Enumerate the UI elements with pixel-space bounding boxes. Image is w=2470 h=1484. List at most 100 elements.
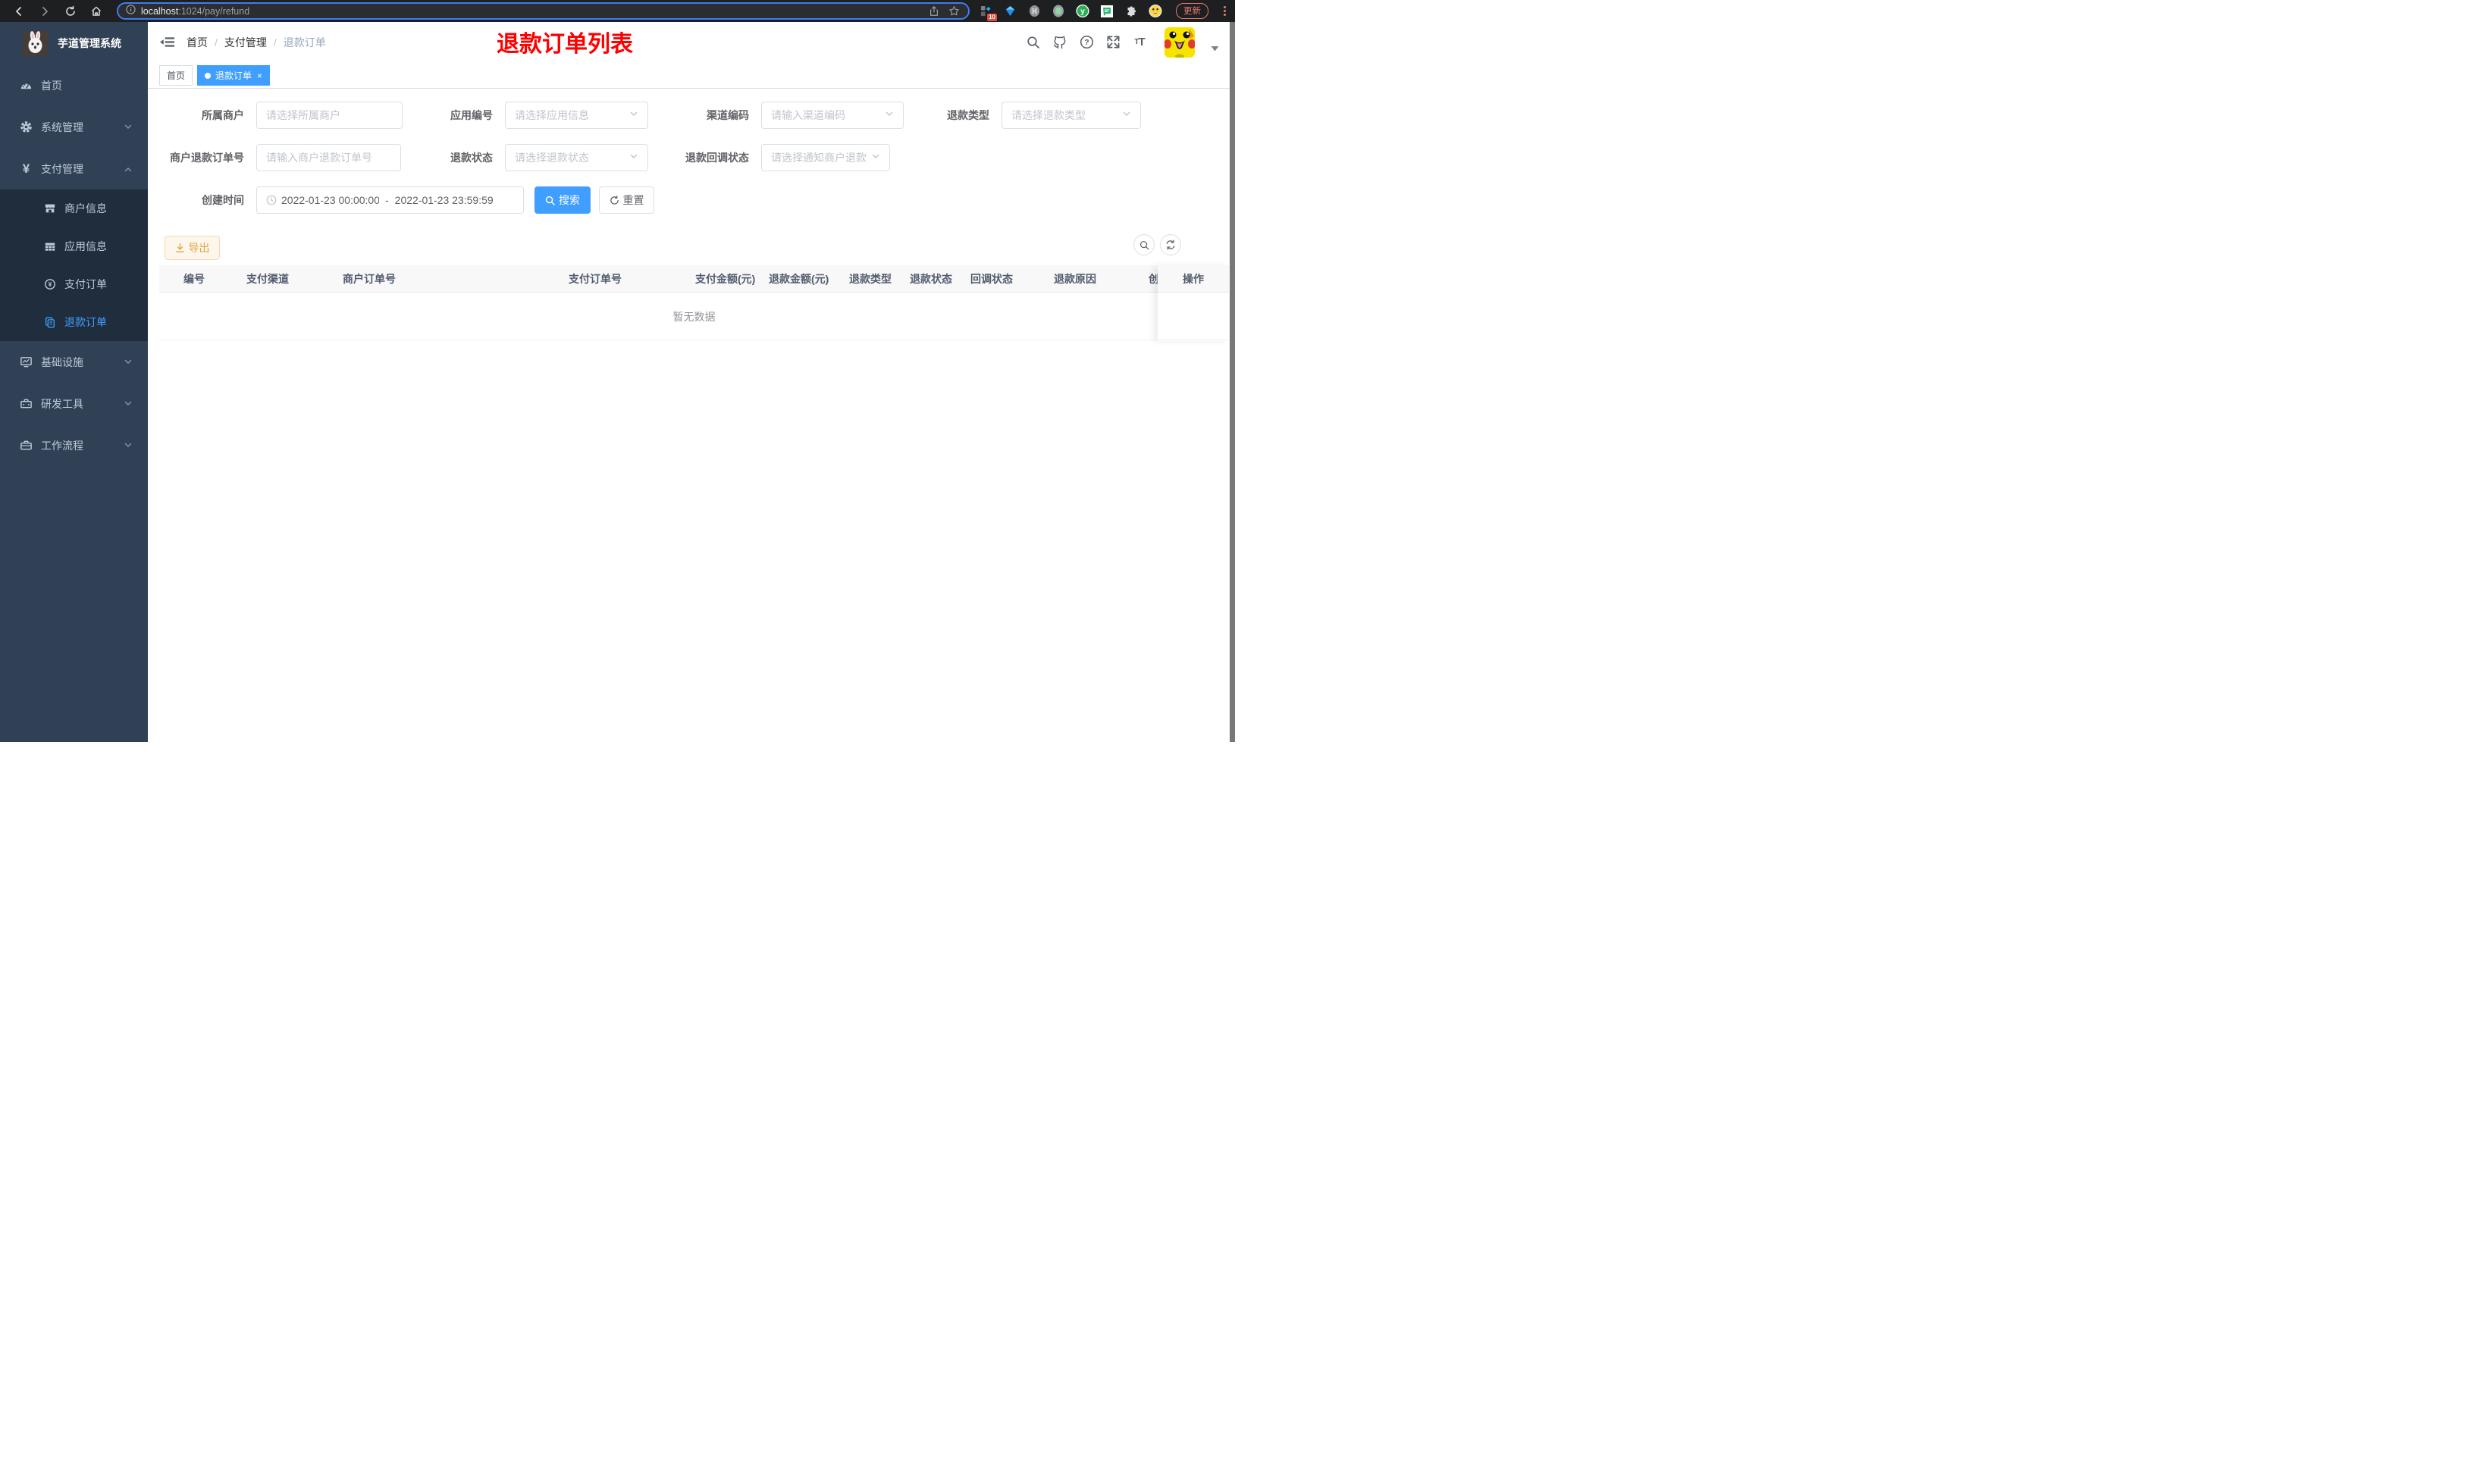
tags-view-bar: 首页 退款订单 × — [148, 62, 1230, 89]
col-callback-status: 回调状态 — [970, 273, 1013, 285]
sidebar-item-home[interactable]: 首页 — [0, 64, 148, 106]
show-search-toggle-button[interactable] — [1133, 234, 1155, 255]
sidebar-item-payment[interactable]: ¥ 支付管理 — [0, 148, 148, 189]
sidebar-item-pay-order[interactable]: ¥ 支付订单 — [0, 265, 148, 303]
date-range-picker[interactable]: 2022-01-23 00:00:00 - 2022-01-23 23:59:5… — [256, 186, 524, 214]
merchant-input-field[interactable] — [266, 109, 393, 121]
sidebar-item-label: 支付订单 — [64, 278, 107, 290]
filter-label: 创建时间 — [202, 194, 244, 206]
filter-refund-type: 退款类型 请选择退款类型 — [906, 102, 1141, 129]
date-end-value[interactable]: 2022-01-23 23:59:59 — [395, 194, 493, 206]
github-icon[interactable] — [1052, 35, 1067, 50]
toolbox-icon — [20, 397, 33, 410]
coin-yen-icon: ¥ — [43, 278, 56, 291]
tab-close-icon[interactable]: × — [257, 71, 262, 80]
browser-forward-button[interactable] — [38, 5, 51, 17]
sidebar-item-app-info[interactable]: 应用信息 — [0, 227, 148, 265]
callback-status-select[interactable]: 请选择通知商户退款结果的回调状态 — [761, 144, 890, 171]
table-empty-row: 暂无数据 — [159, 293, 1229, 340]
col-pay-amount: 支付金额(元) — [695, 273, 756, 285]
sidebar-item-infra[interactable]: 基础设施 — [0, 341, 148, 383]
extension-y-icon[interactable]: y — [1076, 4, 1089, 18]
app-logo-row[interactable]: 芋道管理系统 — [0, 22, 148, 64]
extensions-puzzle-icon[interactable] — [1124, 5, 1138, 18]
sidebar-item-label: 应用信息 — [64, 240, 107, 252]
dashboard-icon — [20, 79, 33, 92]
tab-home[interactable]: 首页 — [159, 65, 193, 86]
extension-tiles-icon[interactable]: 10 — [979, 5, 997, 21]
navbar-actions: ? TT — [1026, 27, 1230, 58]
select-placeholder: 请输入渠道编码 — [771, 109, 845, 121]
col-refund-status: 退款状态 — [910, 273, 952, 285]
share-icon[interactable] — [927, 5, 940, 17]
sidebar-item-dev-tools[interactable]: 研发工具 — [0, 383, 148, 424]
browser-home-button[interactable] — [89, 5, 102, 17]
search-icon[interactable] — [1026, 35, 1041, 50]
svg-text:y: y — [1080, 8, 1085, 16]
search-button[interactable]: 搜索 — [534, 186, 591, 214]
chevron-down-icon — [124, 121, 133, 133]
extension-gem-icon[interactable] — [1003, 5, 1017, 18]
sidebar-item-label: 基础设施 — [41, 355, 83, 368]
filter-channel: 渠道编码 请输入渠道编码 — [666, 102, 904, 129]
col-refund-reason: 退款原因 — [1054, 273, 1096, 285]
bookmark-star-icon[interactable] — [948, 5, 961, 17]
extension-command-icon[interactable]: ⌘ — [1027, 5, 1041, 18]
app-select[interactable]: 请选择应用信息 — [505, 102, 648, 129]
extension-oval-icon[interactable] — [1052, 5, 1065, 18]
filter-create-time: 创建时间 2022-01-23 00:00:00 - 2022-01-23 23… — [161, 186, 524, 214]
sidebar-item-refund-order[interactable]: 退款订单 — [0, 303, 148, 341]
col-merchant-order-no: 商户订单号 — [343, 273, 396, 285]
avatar-dropdown-caret-icon[interactable] — [1211, 42, 1219, 55]
sidebar-item-merchant-info[interactable]: 商户信息 — [0, 189, 148, 227]
filter-label: 商户退款订单号 — [170, 152, 244, 164]
briefcase-icon — [20, 439, 33, 452]
clock-icon — [266, 195, 277, 205]
browser-menu-icon[interactable] — [1224, 6, 1226, 16]
channel-select[interactable]: 请输入渠道编码 — [761, 102, 904, 129]
extension-emoji-icon[interactable] — [1149, 4, 1162, 18]
breadcrumb-home[interactable]: 首页 — [187, 35, 208, 50]
filter-label: 应用编号 — [450, 109, 493, 121]
sidebar-item-workflow[interactable]: 工作流程 — [0, 424, 148, 466]
chevron-down-icon — [124, 440, 133, 452]
chevron-down-icon — [885, 108, 894, 122]
filter-label: 退款状态 — [450, 152, 493, 164]
filter-callback-status: 退款回调状态 请选择通知商户退款结果的回调状态 — [666, 144, 890, 171]
export-button[interactable]: 导出 — [165, 236, 220, 260]
sidebar-item-label: 首页 — [41, 79, 62, 92]
font-size-icon[interactable]: TT — [1132, 35, 1147, 50]
sidebar: 芋道管理系统 首页 系统管理 ¥ 支付管理 商户信息 应用信息 ¥ 支付订单 退… — [0, 22, 148, 742]
document-copy-icon — [43, 316, 56, 329]
page-scrollbar[interactable] — [1230, 22, 1235, 742]
browser-reload-button[interactable] — [64, 5, 77, 17]
browser-back-button[interactable] — [12, 5, 25, 17]
reset-button[interactable]: 重置 — [599, 186, 654, 214]
search-button-label: 搜索 — [559, 194, 580, 206]
fullscreen-icon[interactable] — [1105, 35, 1121, 50]
sidebar-collapse-icon[interactable] — [159, 35, 174, 50]
extension-chat-icon[interactable] — [1100, 5, 1114, 18]
tab-refund-order[interactable]: 退款订单 × — [197, 65, 271, 86]
browser-update-button[interactable]: 更新 — [1176, 3, 1208, 19]
refresh-table-button[interactable] — [1160, 234, 1181, 255]
filter-refund-status: 退款状态 请选择退款状态 — [409, 144, 648, 171]
merchant-refund-no-input[interactable] — [256, 144, 401, 171]
help-icon[interactable]: ? — [1079, 35, 1094, 50]
sidebar-item-system[interactable]: 系统管理 — [0, 106, 148, 148]
shop-icon — [43, 202, 56, 215]
merchant-input[interactable] — [256, 102, 403, 129]
gear-icon — [20, 121, 33, 133]
address-bar[interactable]: localhost :1024/pay/refund — [117, 2, 970, 20]
refund-status-select[interactable]: 请选择退款状态 — [505, 144, 648, 171]
site-info-icon[interactable] — [126, 4, 136, 18]
date-start-value[interactable]: 2022-01-23 00:00:00 — [281, 194, 379, 206]
merchant-refund-no-input-field[interactable] — [266, 152, 391, 164]
scrollbar-thumb[interactable] — [1230, 22, 1235, 742]
breadcrumb-payment[interactable]: 支付管理 — [224, 35, 267, 50]
chevron-down-icon — [124, 398, 133, 410]
chevron-down-icon — [629, 108, 638, 122]
avatar[interactable] — [1164, 27, 1195, 58]
refund-type-select[interactable]: 请选择退款类型 — [1001, 102, 1141, 129]
tab-label: 退款订单 — [215, 70, 252, 81]
